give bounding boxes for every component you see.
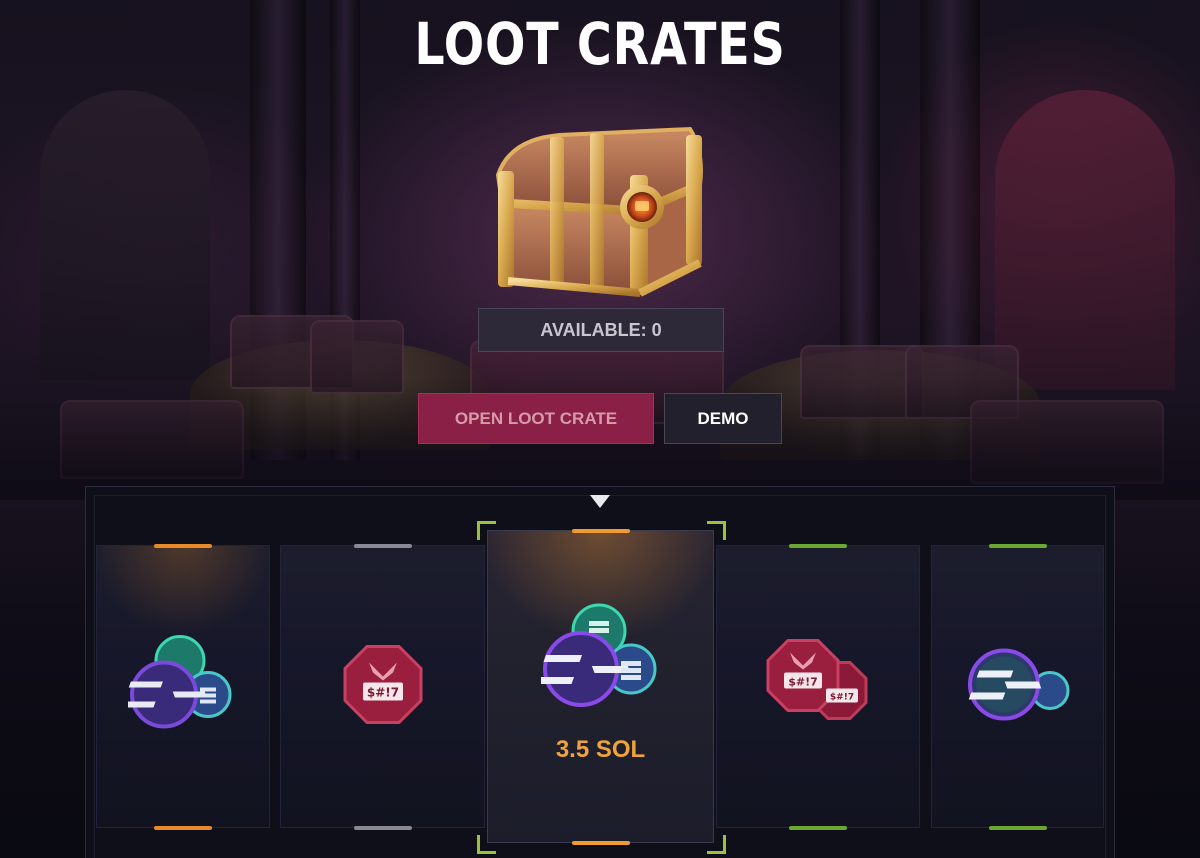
reel-card: $#!7 $#!7 [716, 544, 920, 830]
rarity-bar [988, 826, 1047, 830]
selection-bracket [477, 835, 496, 854]
rarity-bar [353, 544, 412, 548]
sol-coin-icon [966, 646, 1070, 727]
bg-archway [995, 90, 1175, 390]
reel-card-selected: 3.5 SOL [487, 529, 714, 845]
bg-archway [40, 90, 210, 380]
demo-button[interactable]: DEMO [664, 393, 782, 444]
reel-card [931, 544, 1104, 830]
loot-crate-image [490, 115, 710, 300]
selection-bracket [477, 521, 496, 540]
token-badge-text: $#!7 [830, 692, 854, 702]
sol-coins-icon [535, 603, 661, 718]
sol-coins-icon [121, 634, 238, 739]
rarity-bar [988, 544, 1047, 548]
selection-bracket [707, 835, 726, 854]
token-badge-icon: $#!7 [341, 642, 425, 731]
rarity-bar [571, 841, 630, 845]
rarity-bar [154, 544, 212, 548]
open-loot-crate-button[interactable]: OPEN LOOT CRATE [418, 393, 654, 444]
rarity-bar [353, 826, 412, 830]
rarity-bar [789, 544, 847, 548]
available-count: AVAILABLE: 0 [478, 308, 724, 352]
reel-card: $#!7 [280, 544, 485, 830]
reel-card [96, 544, 270, 830]
token-badges-icon: $#!7 $#!7 [766, 636, 870, 737]
rarity-bar [789, 826, 847, 830]
selection-bracket [707, 521, 726, 540]
token-badge-text: $#!7 [366, 685, 398, 699]
page-title: LOOT CRATES [414, 10, 786, 78]
reel-pointer-icon [590, 495, 610, 508]
rarity-bar [571, 529, 630, 533]
token-badge-text: $#!7 [788, 675, 818, 688]
rarity-bar [154, 826, 212, 830]
treasure-chest-icon [495, 126, 703, 297]
prize-label: 3.5 SOL [555, 736, 646, 763]
